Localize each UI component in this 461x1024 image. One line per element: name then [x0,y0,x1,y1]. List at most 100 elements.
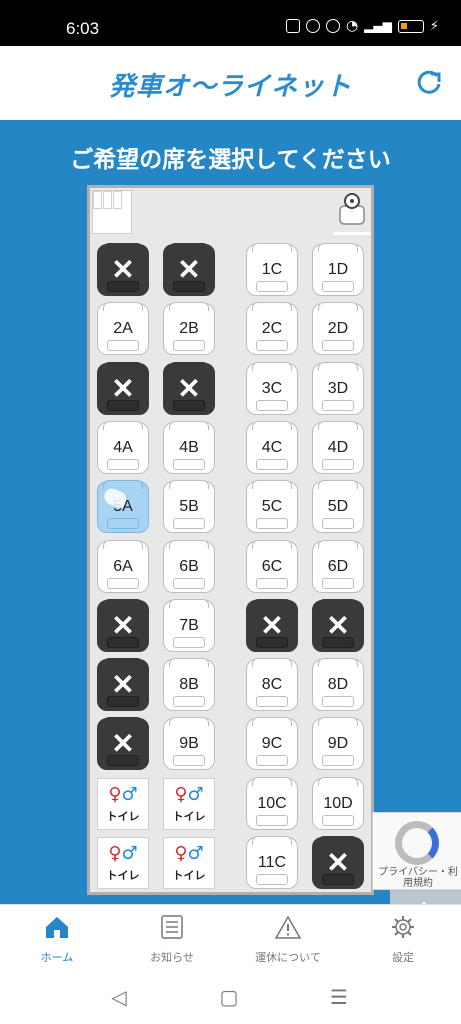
seat-10c[interactable]: 10C [246,777,298,830]
seat-label: 4D [327,439,349,456]
seat-6a[interactable]: 6A [97,540,149,593]
taken-x-icon: ✕ [111,254,135,285]
seat-9a: ✕ [97,717,149,770]
seat-8c[interactable]: 8C [246,658,298,711]
alarm-icon [305,19,320,33]
seat-7a: ✕ [97,599,149,652]
seat-6b[interactable]: 6B [163,540,215,593]
seat-2a[interactable]: 2A [97,302,149,355]
bottom-navigation: ホーム お知らせ 運休について 設定 [0,904,461,970]
seat-9b[interactable]: 9B [163,717,215,770]
seat-label: 6C [261,558,283,575]
driver-partition [333,232,371,235]
nav-news[interactable]: お知らせ [127,915,217,965]
seat-3b: ✕ [163,362,215,415]
nav-suspension-label: 運休について [255,951,321,964]
seat-1c[interactable]: 1C [246,243,298,296]
seat-3a: ✕ [97,362,149,415]
seat-3c[interactable]: 3C [246,362,298,415]
seat-5a[interactable]: 5A [97,480,149,533]
seat-6d[interactable]: 6D [312,540,364,593]
seat-label: 5D [327,498,349,515]
toilet-icon: ♀♂ [108,843,138,864]
seat-label: 6A [113,558,133,575]
back-icon[interactable]: ◁ [104,984,134,1010]
signal-icon: ▂▄▆ [364,19,392,33]
nav-home[interactable]: ホーム [12,915,102,965]
seat-label: 2B [179,320,199,337]
seat-11c[interactable]: 11C [246,836,298,889]
seat-1a: ✕ [97,243,149,296]
seat-label: 2C [261,320,283,337]
seat-1d[interactable]: 1D [312,243,364,296]
taken-x-icon: ✕ [111,610,135,641]
home-button-icon[interactable]: ▢ [214,984,244,1010]
seat-11d: ✕ [312,836,364,889]
warning-icon [274,915,302,939]
seat-label: 2A [113,320,133,337]
seat-5c[interactable]: 5C [246,480,298,533]
seat-4c[interactable]: 4C [246,421,298,474]
nav-news-label: お知らせ [150,951,194,964]
nfc-icon [285,19,300,33]
seat-label: 3C [261,380,283,397]
toilet-label: トイレ [172,810,206,823]
toilet-icon: ♀♂ [108,784,138,805]
seat-label: 4B [179,439,199,456]
status-bar: 6:03 ◔ ▂▄▆ ⚡ [0,0,461,46]
seat-3d[interactable]: 3D [312,362,364,415]
toilet: ♀♂ トイレ [97,837,149,889]
seat-10d[interactable]: 10D [312,777,364,830]
nav-suspension[interactable]: 運休について [243,915,333,965]
seat-8b[interactable]: 8B [163,658,215,711]
seat-5b[interactable]: 5B [163,480,215,533]
seat-4a[interactable]: 4A [97,421,149,474]
seat-2d[interactable]: 2D [312,302,364,355]
refresh-icon[interactable] [415,68,443,96]
toilet: ♀♂ トイレ [97,778,149,830]
nav-home-label: ホーム [40,951,74,964]
taken-x-icon: ✕ [111,728,135,759]
seat-8d[interactable]: 8D [312,658,364,711]
seat-label: 4C [261,439,283,456]
seat-6c[interactable]: 6C [246,540,298,593]
seat-label: 9C [261,735,283,752]
taken-x-icon: ✕ [111,373,135,404]
recaptcha-badge[interactable]: プライバシー・利用規約 [372,812,461,890]
seat-label: 5B [179,498,199,515]
seat-label: 6D [327,558,349,575]
seat-label: 4A [113,439,133,456]
seat-2c[interactable]: 2C [246,302,298,355]
seat-9c[interactable]: 9C [246,717,298,770]
seat-7b[interactable]: 7B [163,599,215,652]
toilet-label: トイレ [106,810,140,823]
nav-settings[interactable]: 設定 [358,915,448,965]
charging-icon: ⚡ [429,18,439,34]
app-bar: 発車オ～ライネット [0,46,461,120]
seat-7d: ✕ [312,599,364,652]
seat-label: 11C [257,854,287,871]
seat-label: 8C [261,676,283,693]
seat-label: 2D [327,320,349,337]
toilet-icon: ♀♂ [174,784,204,805]
seat-label: 6B [179,558,199,575]
gear-icon [392,916,414,938]
seat-1b: ✕ [163,243,215,296]
steering-wheel-icon [339,193,365,225]
seat-label: 3D [327,380,349,397]
seat-2b[interactable]: 2B [163,302,215,355]
seat-5d[interactable]: 5D [312,480,364,533]
toilet: ♀♂ トイレ [163,837,215,889]
seat-label: 7B [179,617,199,634]
seat-7c: ✕ [246,599,298,652]
seat-9d[interactable]: 9D [312,717,364,770]
seat-8a: ✕ [97,658,149,711]
recaptcha-text[interactable]: プライバシー・利用規約 [375,867,461,889]
seat-4d[interactable]: 4D [312,421,364,474]
seat-label: 9B [179,735,199,752]
recents-icon[interactable]: ☰ [324,984,354,1010]
toilet-icon: ♀♂ [174,843,204,864]
seat-label: 9D [327,735,349,752]
home-icon [46,917,68,938]
seat-4b[interactable]: 4B [163,421,215,474]
